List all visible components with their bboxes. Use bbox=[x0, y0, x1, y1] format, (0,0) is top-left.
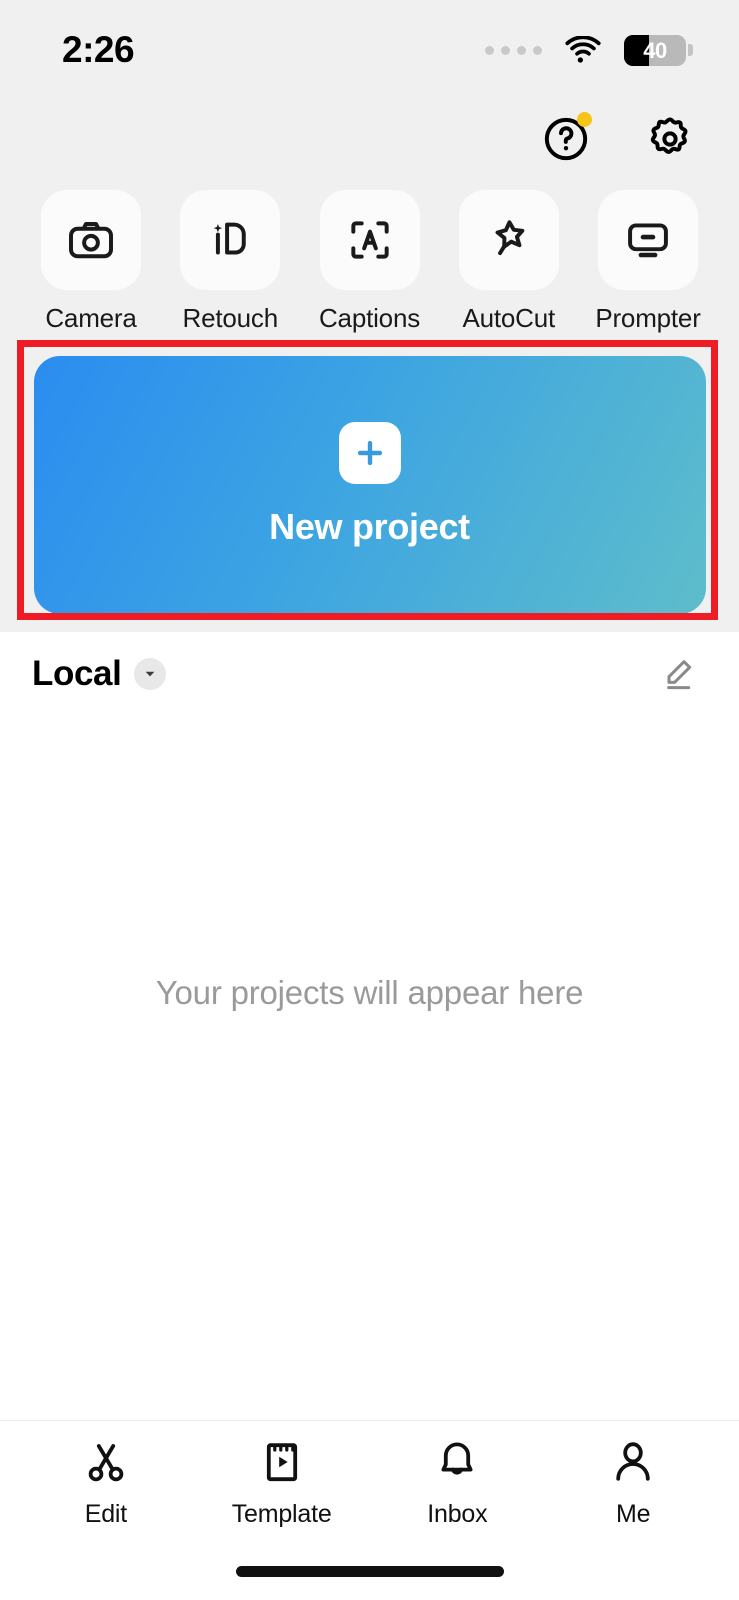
tab-inbox[interactable]: Inbox bbox=[382, 1435, 532, 1529]
prompter-monitor-icon bbox=[628, 223, 668, 258]
tab-edit[interactable]: Edit bbox=[31, 1435, 181, 1529]
retouch-icon bbox=[214, 222, 246, 255]
tab-me[interactable]: Me bbox=[558, 1435, 708, 1529]
camera-icon bbox=[69, 221, 113, 259]
tool-captions[interactable]: Captions bbox=[309, 190, 431, 334]
tool-prompter-tile bbox=[598, 190, 698, 290]
tool-camera-tile bbox=[41, 190, 141, 290]
status-time: 2:26 bbox=[62, 29, 135, 70]
battery-cap bbox=[688, 44, 693, 56]
tool-retouch-tile bbox=[180, 190, 281, 290]
projects-empty-state: Your projects will appear here bbox=[0, 716, 739, 1420]
settings-button[interactable] bbox=[643, 112, 697, 166]
tool-autocut-label: AutoCut bbox=[462, 303, 556, 333]
captions-icon bbox=[350, 221, 389, 259]
home-indicator-area bbox=[0, 1542, 739, 1600]
autocut-star-icon bbox=[495, 220, 525, 256]
gear-icon bbox=[650, 117, 688, 154]
new-project-label: New project bbox=[269, 506, 470, 547]
person-icon bbox=[609, 1435, 657, 1489]
tool-autocut[interactable]: AutoCut bbox=[448, 190, 570, 334]
tool-prompter[interactable]: Prompter bbox=[587, 190, 709, 334]
tab-me-label: Me bbox=[615, 1499, 651, 1528]
app-screen: 2:26 40 Camera Retouch Captions AutoCut … bbox=[0, 0, 739, 1600]
top-shell: 2:26 40 Camera Retouch Captions AutoCut … bbox=[0, 0, 739, 632]
local-section-header: Local bbox=[0, 632, 739, 716]
tool-autocut-tile bbox=[458, 190, 559, 290]
chevron-down-icon[interactable] bbox=[134, 658, 167, 690]
status-bar: 2:26 40 bbox=[0, 0, 739, 100]
header-actions bbox=[0, 100, 739, 178]
new-project-section: New project bbox=[0, 334, 739, 632]
home-indicator[interactable] bbox=[235, 1565, 504, 1577]
status-indicators: 40 bbox=[485, 34, 693, 66]
pencil-edit-icon[interactable] bbox=[655, 651, 701, 697]
tab-edit-label: Edit bbox=[84, 1499, 128, 1528]
battery-level: 40 bbox=[643, 37, 667, 63]
template-icon bbox=[258, 1435, 306, 1489]
wifi-icon bbox=[565, 36, 601, 63]
bottom-tab-bar: Edit Template Inbox Me bbox=[0, 1420, 739, 1542]
tab-inbox-label: Inbox bbox=[427, 1499, 488, 1528]
empty-state-message: Your projects will appear here bbox=[155, 974, 584, 1011]
new-project-button[interactable]: New project bbox=[33, 356, 706, 614]
scissors-icon bbox=[82, 1435, 130, 1489]
tool-retouch-label: Retouch bbox=[182, 303, 279, 333]
tool-camera-label: Camera bbox=[45, 303, 137, 333]
tool-shortcuts: Camera Retouch Captions AutoCut Prompter bbox=[0, 178, 739, 334]
local-title: Local bbox=[32, 654, 122, 693]
tab-template[interactable]: Template bbox=[207, 1435, 357, 1529]
battery-icon: 40 bbox=[624, 34, 686, 66]
tab-template-label: Template bbox=[231, 1499, 332, 1528]
tool-captions-label: Captions bbox=[318, 303, 421, 333]
help-button[interactable] bbox=[539, 112, 593, 166]
local-title-group[interactable]: Local bbox=[32, 654, 167, 694]
signal-dots-icon bbox=[485, 45, 542, 55]
bell-icon bbox=[433, 1435, 481, 1489]
help-notification-dot bbox=[577, 112, 592, 127]
tool-retouch[interactable]: Retouch bbox=[169, 190, 291, 334]
plus-icon bbox=[357, 440, 382, 466]
tool-prompter-label: Prompter bbox=[595, 303, 701, 333]
new-project-plus-box bbox=[338, 422, 401, 484]
tool-camera[interactable]: Camera bbox=[30, 190, 152, 334]
tool-captions-tile bbox=[319, 190, 420, 290]
